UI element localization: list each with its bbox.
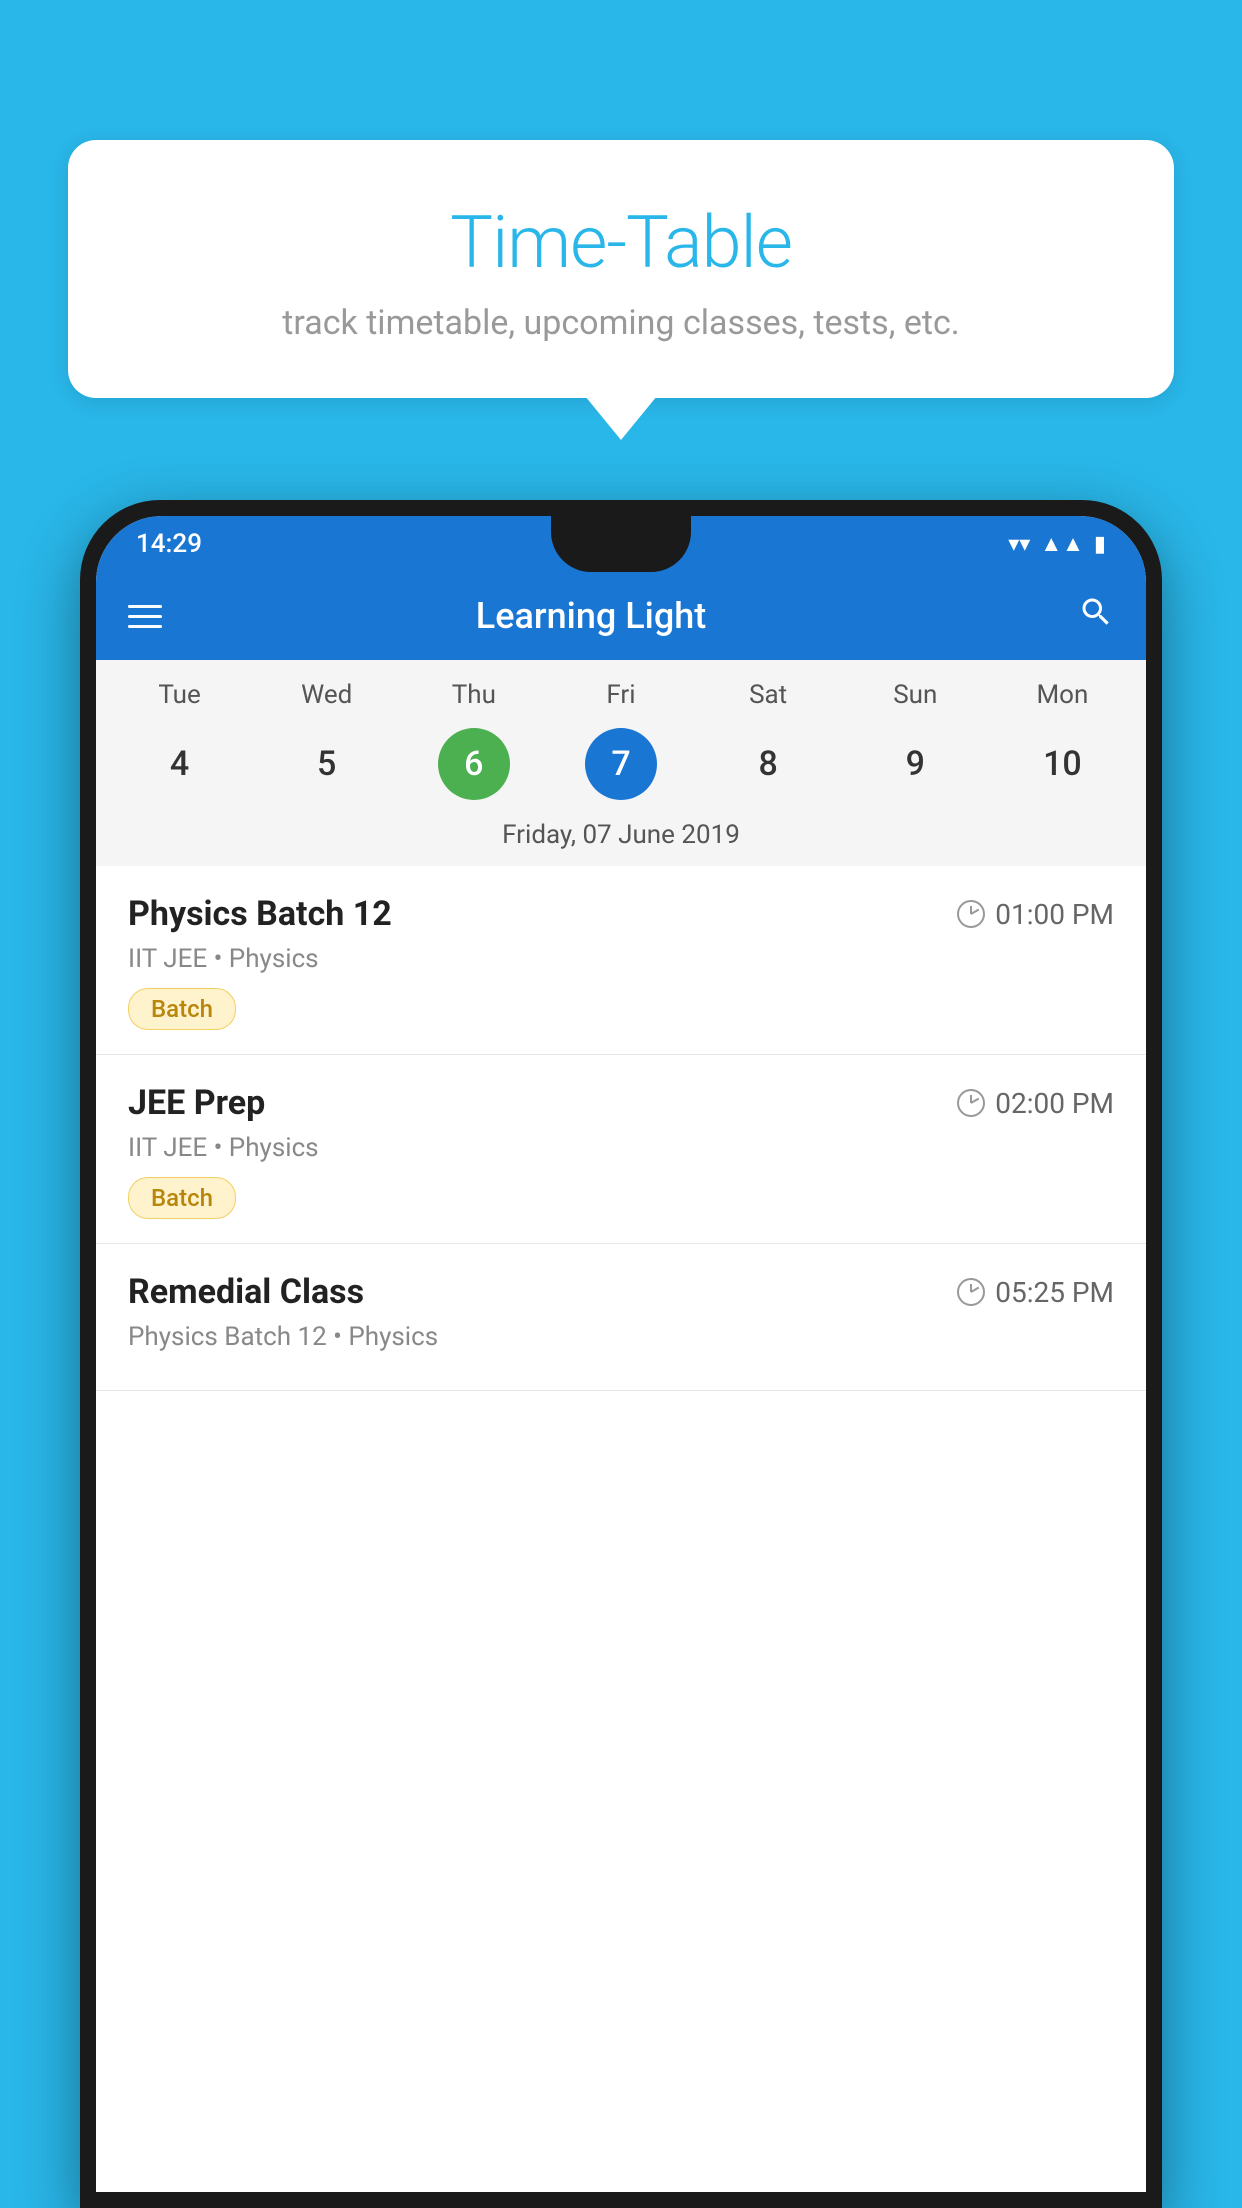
schedule-item-1-badge: Batch xyxy=(128,988,236,1030)
schedule-item-1-time: 01:00 PM xyxy=(957,898,1114,931)
schedule-item-2[interactable]: JEE Prep 02:00 PM IIT JEE • Physics Batc… xyxy=(96,1055,1146,1244)
schedule-item-2-badge: Batch xyxy=(128,1177,236,1219)
day-5[interactable]: 5 xyxy=(291,728,363,800)
schedule-item-2-time-text: 02:00 PM xyxy=(995,1087,1114,1120)
day-name-mon: Mon xyxy=(989,680,1136,720)
days-numbers: 4 5 6 7 8 9 10 xyxy=(96,720,1146,814)
schedule-item-2-name: JEE Prep xyxy=(128,1083,265,1123)
app-title: Learning Light xyxy=(186,595,996,637)
day-9[interactable]: 9 xyxy=(879,728,951,800)
phone-screen: 14:29 ▾▾ ▲▲ ▮ Learning Light xyxy=(96,516,1146,2192)
schedule-item-3-time: 05:25 PM xyxy=(957,1276,1114,1309)
selected-date-label: Friday, 07 June 2019 xyxy=(96,814,1146,866)
day-7-selected[interactable]: 7 xyxy=(585,728,657,800)
app-bar: Learning Light xyxy=(96,572,1146,660)
schedule-item-1-header: Physics Batch 12 01:00 PM xyxy=(128,894,1114,934)
clock-icon-1 xyxy=(957,900,985,928)
search-button[interactable] xyxy=(1078,594,1114,639)
schedule-item-3-name: Remedial Class xyxy=(128,1272,364,1312)
day-6-today[interactable]: 6 xyxy=(438,728,510,800)
battery-icon: ▮ xyxy=(1094,532,1106,557)
schedule-list: Physics Batch 12 01:00 PM IIT JEE • Phys… xyxy=(96,866,1146,1391)
calendar-strip: Tue Wed Thu Fri Sat Sun Mon 4 5 6 7 8 9 … xyxy=(96,660,1146,866)
clock-icon-3 xyxy=(957,1278,985,1306)
day-name-thu: Thu xyxy=(400,680,547,720)
day-name-sun: Sun xyxy=(842,680,989,720)
day-name-tue: Tue xyxy=(106,680,253,720)
schedule-item-2-time: 02:00 PM xyxy=(957,1087,1114,1120)
hamburger-menu-icon[interactable] xyxy=(128,605,162,628)
schedule-item-3-time-text: 05:25 PM xyxy=(995,1276,1114,1309)
schedule-item-3-header: Remedial Class 05:25 PM xyxy=(128,1272,1114,1312)
schedule-item-3[interactable]: Remedial Class 05:25 PM Physics Batch 12… xyxy=(96,1244,1146,1391)
phone-frame: 14:29 ▾▾ ▲▲ ▮ Learning Light xyxy=(80,500,1162,2208)
days-header: Tue Wed Thu Fri Sat Sun Mon xyxy=(96,680,1146,720)
tooltip-subtitle: track timetable, upcoming classes, tests… xyxy=(118,303,1124,343)
tooltip-title: Time-Table xyxy=(118,200,1124,285)
notch xyxy=(551,516,691,572)
status-time: 14:29 xyxy=(136,529,202,559)
day-name-wed: Wed xyxy=(253,680,400,720)
status-bar: 14:29 ▾▾ ▲▲ ▮ xyxy=(96,516,1146,572)
signal-icon: ▲▲ xyxy=(1040,531,1084,557)
day-4[interactable]: 4 xyxy=(144,728,216,800)
day-name-fri: Fri xyxy=(547,680,694,720)
schedule-item-1-time-text: 01:00 PM xyxy=(995,898,1114,931)
clock-icon-2 xyxy=(957,1089,985,1117)
day-8[interactable]: 8 xyxy=(732,728,804,800)
schedule-item-1[interactable]: Physics Batch 12 01:00 PM IIT JEE • Phys… xyxy=(96,866,1146,1055)
schedule-item-2-header: JEE Prep 02:00 PM xyxy=(128,1083,1114,1123)
schedule-item-1-meta: IIT JEE • Physics xyxy=(128,944,1114,974)
tooltip-card: Time-Table track timetable, upcoming cla… xyxy=(68,140,1174,398)
schedule-item-3-meta: Physics Batch 12 • Physics xyxy=(128,1322,1114,1352)
status-icons: ▾▾ ▲▲ ▮ xyxy=(1008,531,1106,557)
day-10[interactable]: 10 xyxy=(1026,728,1098,800)
wifi-icon: ▾▾ xyxy=(1008,532,1030,557)
schedule-item-2-meta: IIT JEE • Physics xyxy=(128,1133,1114,1163)
day-name-sat: Sat xyxy=(695,680,842,720)
schedule-item-1-name: Physics Batch 12 xyxy=(128,894,392,934)
